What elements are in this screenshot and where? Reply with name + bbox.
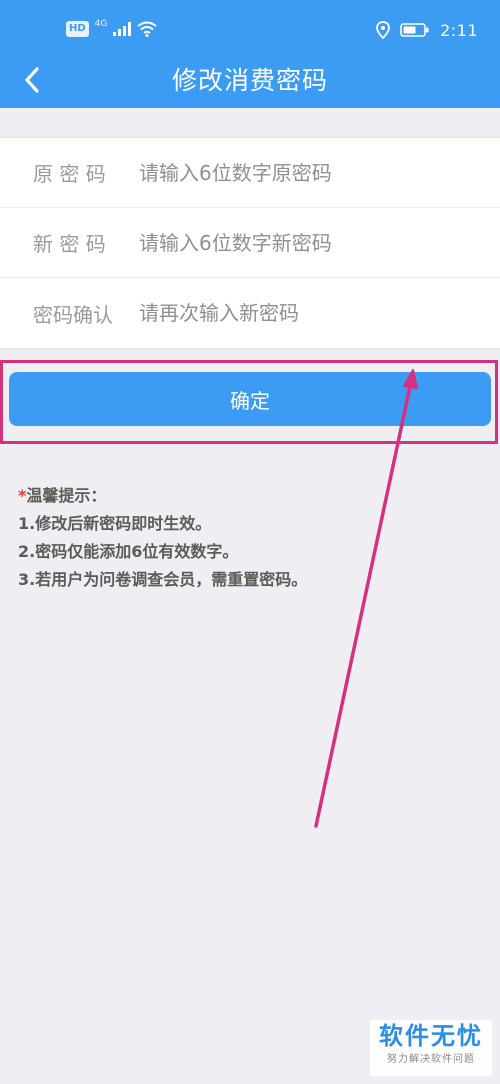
battery-icon (400, 23, 429, 37)
wifi-icon (137, 21, 157, 37)
watermark-title: 软件无忧 (379, 1022, 483, 1050)
old-password-label: 原 密 码 (33, 162, 106, 186)
tip-item-2: 2.密码仅能添加6位有效数字。 (18, 542, 239, 561)
header: HD 4G 2:11 修改消费密码 (0, 0, 500, 108)
network-type: 4G (94, 19, 108, 29)
location-icon (376, 21, 390, 39)
status-bar: HD 4G 2:11 (0, 0, 500, 56)
new-password-row: 新 密 码 (0, 208, 500, 278)
status-right: 2:11 (376, 18, 478, 42)
watermark-logo: 软件无忧 努力解决软件问题 (370, 1020, 492, 1076)
old-password-input[interactable] (139, 152, 500, 193)
tips-section: *温馨提示： 1.修改后新密码即时生效。 2.密码仅能添加6位有效数字。 3.若… (18, 482, 478, 594)
tips-heading-text: 温馨提示： (26, 486, 107, 505)
password-form: 原 密 码 新 密 码 密码确认 (0, 137, 500, 349)
tips-heading: *温馨提示： (18, 482, 478, 510)
new-password-label: 新 密 码 (33, 232, 106, 256)
confirm-password-row: 密码确认 (0, 278, 500, 348)
confirm-password-input[interactable] (139, 293, 500, 333)
nav-bar: 修改消费密码 (0, 56, 500, 108)
tip-item-3: 3.若用户为问卷调查会员，需重置密码。 (18, 570, 308, 589)
confirm-button[interactable]: 确定 (9, 372, 491, 426)
signal-icon (113, 22, 132, 36)
new-password-input[interactable] (139, 222, 500, 263)
status-time: 2:11 (440, 20, 478, 40)
status-left: HD 4G (66, 18, 157, 40)
watermark-subtitle: 努力解决软件问题 (387, 1054, 475, 1065)
hd-icon: HD (66, 21, 89, 37)
old-password-row: 原 密 码 (0, 138, 500, 208)
tip-item-1: 1.修改后新密码即时生效。 (18, 514, 212, 533)
page-title: 修改消费密码 (171, 66, 328, 95)
confirm-password-label: 密码确认 (33, 302, 113, 327)
